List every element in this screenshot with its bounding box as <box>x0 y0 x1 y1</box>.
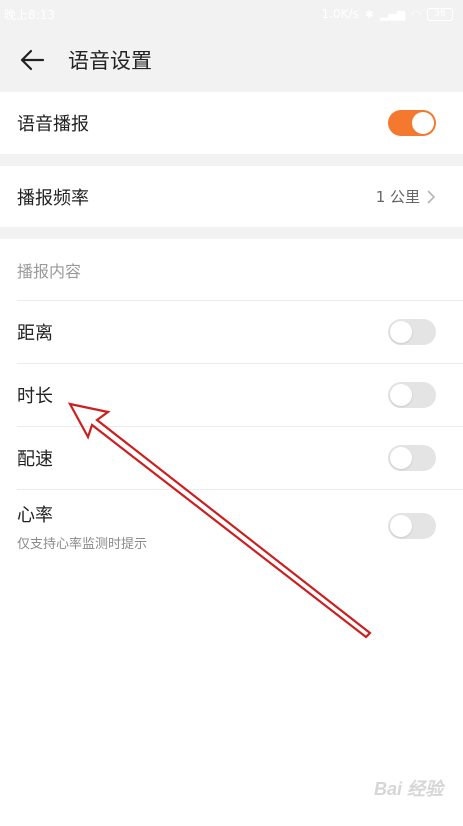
broadcast-frequency-label: 播报频率 <box>17 187 89 209</box>
section-gap <box>0 154 463 166</box>
network-speed: 1.0K/s <box>321 7 359 21</box>
toggle-knob <box>412 112 434 134</box>
back-button[interactable] <box>0 28 60 92</box>
broadcast-content-label: 播报内容 <box>17 262 82 281</box>
wifi-icon: ◠ <box>411 7 421 21</box>
section-gap <box>0 227 463 239</box>
pace-row: 配速 <box>0 427 463 489</box>
duration-row: 时长 <box>0 364 463 426</box>
toggle-knob <box>390 447 412 469</box>
heart-rate-text: 心率 仅支持心率监测时提示 <box>17 501 147 552</box>
status-time: 晚上8:13 <box>4 7 55 22</box>
pace-label: 配速 <box>17 449 53 470</box>
voice-broadcast-toggle[interactable] <box>388 110 436 136</box>
distance-toggle[interactable] <box>388 319 436 345</box>
voice-broadcast-row: 语音播报 <box>0 92 463 154</box>
distance-label: 距离 <box>17 323 53 344</box>
status-bar: 晚上8:13 1.0K/s ✱ ▂▄▆ ◠ 38 <box>0 0 463 28</box>
page-title: 语音设置 <box>68 49 152 73</box>
toggle-knob <box>390 384 412 406</box>
distance-row: 距离 <box>0 301 463 363</box>
toggle-knob <box>390 321 412 343</box>
duration-toggle[interactable] <box>388 382 436 408</box>
broadcast-frequency-value: 1 公里 <box>375 188 420 206</box>
signal-icon: ▂▄▆ <box>380 7 406 21</box>
frequency-value-group: 1 公里 <box>376 186 436 207</box>
chevron-right-icon <box>427 189 436 204</box>
broadcast-frequency-row[interactable]: 播报频率 1 公里 <box>0 166 463 227</box>
app-header: 语音设置 <box>0 28 463 92</box>
status-indicators: 1.0K/s ✱ ▂▄▆ ◠ 38 <box>322 7 453 21</box>
bluetooth-icon: ✱ <box>364 7 374 21</box>
heart-rate-toggle[interactable] <box>388 513 436 539</box>
heart-rate-label: 心率 <box>17 504 53 526</box>
duration-label: 时长 <box>17 386 53 407</box>
toggle-knob <box>390 515 412 537</box>
voice-broadcast-label: 语音播报 <box>17 114 89 135</box>
watermark: Bai 经验 <box>373 779 443 799</box>
broadcast-content-header: 播报内容 <box>0 239 463 301</box>
back-arrow-icon <box>20 49 45 71</box>
heart-rate-row: 心率 仅支持心率监测时提示 <box>0 490 463 562</box>
battery-icon: 38 <box>427 7 453 21</box>
pace-toggle[interactable] <box>388 445 436 471</box>
heart-rate-sublabel: 仅支持心率监测时提示 <box>17 536 148 552</box>
